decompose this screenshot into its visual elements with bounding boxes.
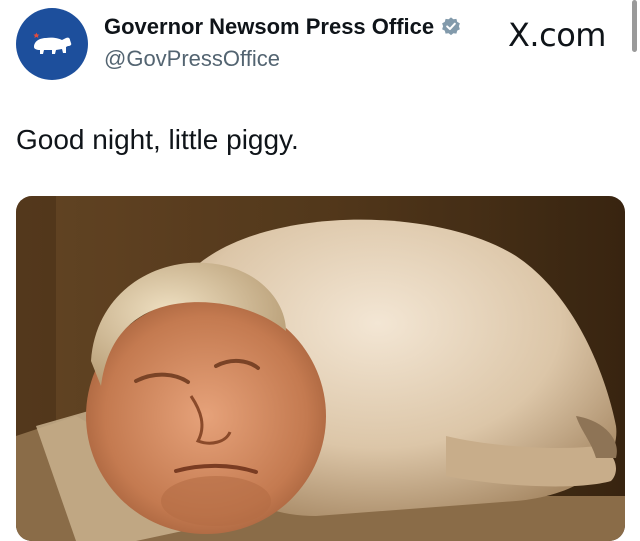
tweet-media[interactable] — [16, 196, 625, 541]
california-bear-icon — [33, 32, 72, 54]
sleeping-pig-photo — [16, 196, 625, 541]
source-label: X.com — [508, 16, 606, 54]
display-name[interactable]: Governor Newsom Press Office — [104, 14, 434, 40]
account-name-row: Governor Newsom Press Office — [104, 14, 462, 40]
verified-badge-icon — [442, 17, 461, 36]
scrollbar[interactable] — [632, 0, 637, 52]
account-handle[interactable]: @GovPressOffice — [104, 46, 280, 72]
tweet-text: Good night, little piggy. — [16, 124, 299, 155]
avatar[interactable] — [16, 8, 88, 80]
